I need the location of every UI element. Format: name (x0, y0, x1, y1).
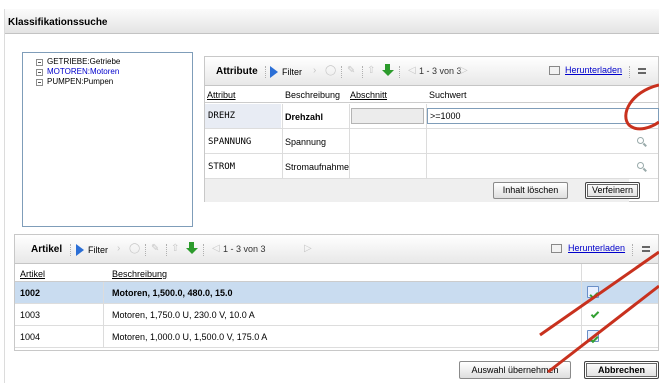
window-title: Klassifikationssuche (5, 9, 659, 34)
prev-page-icon: ◁ (408, 65, 416, 76)
tree-item-label: MOTOREN:Motoren (47, 67, 120, 76)
suchwert-input[interactable]: >=1000 (427, 108, 659, 124)
column-divider (282, 104, 283, 179)
accept-selection-button[interactable]: Auswahl übernehmen (459, 361, 571, 379)
column-header-beschreibung[interactable]: Beschreibung (285, 90, 340, 100)
column-header-attribut[interactable]: Attribut (207, 90, 236, 100)
toolbar-separator (166, 244, 167, 256)
toolbar-separator (341, 66, 342, 78)
toolbar-separator (70, 244, 71, 256)
table-row[interactable]: SPANNUNG Spannung (205, 129, 658, 154)
toolbar-separator (265, 66, 266, 78)
edit-disabled-icon: ✎ (151, 243, 160, 254)
table-row[interactable]: 1003 Motoren, 1,750.0 U, 230.0 V, 10.0 A (15, 304, 658, 326)
menu-icon[interactable] (638, 68, 646, 74)
artikel-toolbar: Artikel Filter › ◯ ✎ ⇧ ◁ 1 - 3 von 3 ▷ H… (15, 235, 658, 264)
next-page-icon: ▷ (304, 243, 312, 254)
collapse-icon[interactable] (36, 68, 43, 76)
chevron-right-icon: › (313, 65, 317, 76)
refine-button[interactable]: Verfeinern (585, 182, 640, 199)
filter-label: Filter (282, 67, 302, 77)
select-icon[interactable] (587, 286, 599, 298)
artikel-panel-title: Artikel (31, 244, 63, 255)
artikel-cell: 1004 (20, 332, 41, 342)
tree-item-label: PUMPEN:Pumpen (47, 77, 114, 86)
toolbar-separator (145, 244, 146, 256)
tree-item-pumpen[interactable]: PUMPEN:Pumpen (36, 77, 192, 87)
toolbar-separator (629, 66, 630, 78)
attribute-panel: Attribute Filter › ◯ ✎ ⇧ ◁ 1 - 3 von 3 ▷… (204, 56, 659, 202)
window-left-border (4, 9, 5, 383)
arrow-up-disabled-icon: ⇧ (171, 243, 180, 254)
table-row[interactable]: 1004 Motoren, 1,000.0 U, 1,500.0 V, 175.… (15, 326, 658, 348)
search-icon[interactable] (637, 162, 644, 169)
artikel-cell: 1003 (20, 310, 41, 320)
arrow-up-disabled-icon: ⇧ (367, 65, 376, 76)
edit-disabled-icon: ✎ (347, 65, 356, 76)
attribut-cell: DREHZ (205, 104, 281, 128)
tree-item-motoren[interactable]: MOTOREN:Motoren (36, 67, 192, 77)
toolbar-separator (203, 244, 204, 256)
download-icon (551, 244, 562, 253)
beschreibung-cell: Motoren, 1,000.0 U, 1,500.0 V, 175.0 A (112, 332, 268, 342)
attribut-cell: SPANNUNG (208, 137, 252, 147)
download-link[interactable]: Herunterladen (565, 65, 622, 75)
select-icon[interactable] (587, 330, 599, 342)
collapse-icon[interactable] (36, 58, 43, 66)
beschreibung-cell: Motoren, 1,750.0 U, 230.0 V, 10.0 A (112, 310, 255, 320)
toolbar-separator (399, 66, 400, 78)
column-header-abschnitt[interactable]: Abschnitt (350, 90, 387, 100)
classification-tree[interactable]: GETRIEBE:Getriebe MOTOREN:Motoren PUMPEN… (22, 52, 193, 227)
filter-label: Filter (88, 245, 108, 255)
table-row[interactable]: 1002 Motoren, 1,500.0, 480.0, 15.0 (15, 282, 658, 304)
table-row[interactable]: DREHZ Drehzahl >=1000 (205, 104, 659, 129)
filter-button[interactable]: Filter (270, 66, 302, 78)
pager-text: 1 - 3 von 3 (223, 244, 266, 254)
filter-icon (76, 244, 84, 256)
download-icon (549, 66, 560, 75)
column-divider (426, 104, 427, 179)
column-header-artikel[interactable]: Artikel (20, 269, 45, 279)
toolbar-separator (632, 244, 633, 256)
attribute-table-header: Attribut Beschreibung Abschnitt Suchwert (205, 86, 658, 103)
search-disabled-icon: ◯ (325, 65, 337, 76)
attribut-cell: STROM (208, 162, 236, 172)
column-divider (103, 282, 104, 348)
menu-icon[interactable] (642, 246, 650, 252)
check-icon[interactable] (590, 309, 600, 319)
beschreibung-cell: Spannung (285, 137, 327, 147)
artikel-panel: Artikel Filter › ◯ ✎ ⇧ ◁ 1 - 3 von 3 ▷ H… (14, 234, 659, 351)
tree-item-getriebe[interactable]: GETRIEBE:Getriebe (36, 57, 192, 67)
search-disabled-icon: ◯ (129, 243, 141, 254)
search-icon[interactable] (637, 137, 644, 144)
attribute-footer: Inhalt löschen Verfeinern (205, 179, 640, 202)
table-row[interactable]: STROM Stromaufnahme (205, 154, 658, 179)
prev-page-icon: ◁ (212, 243, 220, 254)
clear-content-button[interactable]: Inhalt löschen (493, 182, 568, 199)
column-header-suchwert[interactable]: Suchwert (429, 90, 467, 100)
beschreibung-cell: Drehzahl (285, 112, 324, 122)
tree-item-label: GETRIEBE:Getriebe (47, 57, 121, 66)
abschnitt-input[interactable] (351, 108, 424, 124)
attribute-panel-title: Attribute (216, 66, 258, 77)
filter-icon (270, 66, 278, 78)
cancel-button[interactable]: Abbrechen (584, 361, 659, 379)
column-header-beschreibung[interactable]: Beschreibung (112, 269, 167, 279)
chevron-right-icon: › (117, 243, 121, 254)
next-page-icon: ▷ (460, 65, 468, 76)
filter-button[interactable]: Filter (76, 244, 108, 256)
artikel-cell: 1002 (20, 288, 41, 298)
artikel-table-header: Artikel Beschreibung (15, 264, 658, 282)
beschreibung-cell: Stromaufnahme (285, 162, 350, 172)
toolbar-separator (362, 66, 363, 78)
download-link[interactable]: Herunterladen (568, 243, 625, 253)
collapse-icon[interactable] (36, 78, 43, 86)
beschreibung-cell: Motoren, 1,500.0, 480.0, 15.0 (112, 288, 233, 298)
pager-text: 1 - 3 von 3 (419, 66, 462, 76)
column-divider (349, 104, 350, 179)
column-divider (581, 264, 582, 348)
attribute-toolbar: Attribute Filter › ◯ ✎ ⇧ ◁ 1 - 3 von 3 ▷… (205, 57, 658, 86)
